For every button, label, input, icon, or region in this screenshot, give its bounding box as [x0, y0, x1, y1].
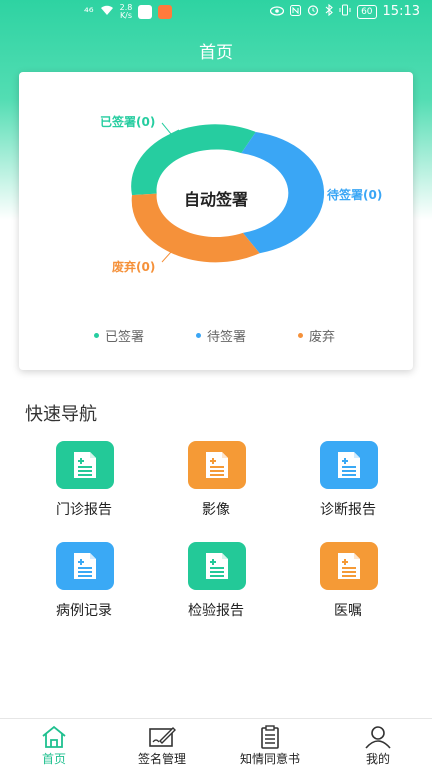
legend-dot-icon — [94, 333, 99, 338]
legend-label: 待签署 — [207, 330, 247, 345]
user-icon — [365, 726, 391, 749]
signing-summary-card: 自动签署 已签署(0) 待签署(0) 废弃(0) 已签署 待签署 废弃 — [19, 72, 413, 370]
chart-legend: 已签署 待签署 废弃 — [19, 326, 413, 346]
tab-label: 知情同意书 — [239, 752, 300, 766]
legend-item-pending[interactable]: 待签署 — [196, 326, 246, 345]
nfc-icon — [290, 4, 302, 19]
app-notification-icon — [138, 5, 153, 19]
chart-slice-pending[interactable] — [241, 132, 325, 254]
alarm-icon — [307, 4, 319, 19]
document-icon — [188, 441, 246, 489]
eye-icon — [269, 5, 285, 19]
tab-informed-consent[interactable]: 知情同意书 — [216, 719, 324, 769]
nav-label: 医嘱 — [334, 603, 362, 619]
legend-dot-icon — [196, 333, 201, 338]
document-icon — [320, 542, 378, 590]
legend-label: 废弃 — [309, 330, 336, 345]
tab-home[interactable]: 首页 — [0, 719, 108, 769]
document-icon — [320, 441, 378, 489]
nav-imaging[interactable]: 影像 — [151, 441, 281, 531]
network-rate: 2.8 K/s — [120, 4, 133, 20]
legend-dot-icon — [298, 333, 303, 338]
nav-diagnosis-report[interactable]: 诊断报告 — [283, 441, 413, 531]
nav-label: 门诊报告 — [56, 502, 112, 518]
clipboard-icon — [261, 725, 279, 749]
nav-lab-report[interactable]: 检验报告 — [151, 542, 281, 632]
legend-label: 已签署 — [105, 330, 145, 345]
bluetooth-icon — [325, 3, 333, 19]
nav-label: 检验报告 — [188, 603, 244, 619]
nav-label: 病例记录 — [56, 603, 112, 619]
signal-icon: ⁴⁶ — [84, 5, 94, 19]
nav-doctor-orders[interactable]: 医嘱 — [283, 542, 413, 632]
wifi-icon — [100, 5, 114, 19]
legend-item-signed[interactable]: 已签署 — [94, 326, 144, 345]
status-time: 15:13 — [382, 4, 420, 19]
document-icon — [188, 542, 246, 590]
chart-label-signed: 已签署(0) — [100, 114, 155, 129]
rate-unit: K/s — [119, 11, 133, 20]
battery-icon: 60 — [357, 4, 377, 19]
status-bar: ⁴⁶ 2.8 K/s 60 15:13 — [0, 0, 432, 26]
legend-item-discarded[interactable]: 废弃 — [298, 326, 335, 345]
document-icon — [56, 441, 114, 489]
quick-nav-title: 快速导航 — [25, 404, 97, 425]
chart-center-label: 自动签署 — [184, 190, 248, 209]
nav-medical-record[interactable]: 病例记录 — [19, 542, 149, 632]
tab-label: 首页 — [41, 752, 66, 766]
home-icon — [42, 725, 66, 748]
page-title: 首页 — [199, 43, 233, 63]
tab-label: 我的 — [365, 752, 390, 766]
chart-label-discarded: 废弃(0) — [112, 259, 155, 274]
nav-label: 影像 — [202, 502, 230, 518]
app-notification-icon — [158, 5, 173, 19]
document-icon — [56, 542, 114, 590]
chart-slice-signed[interactable] — [131, 124, 256, 196]
vibrate-icon — [339, 4, 351, 19]
nav-outpatient-report[interactable]: 门诊报告 — [19, 441, 149, 531]
chart-label-pending: 待签署(0) — [327, 187, 382, 202]
signature-icon — [149, 727, 176, 747]
nav-label: 诊断报告 — [320, 502, 376, 518]
tab-signature-management[interactable]: 签名管理 — [108, 719, 216, 769]
donut-chart: 自动签署 已签署(0) 待签署(0) 废弃(0) — [100, 114, 382, 274]
tab-profile[interactable]: 我的 — [324, 719, 432, 769]
tab-label: 签名管理 — [137, 752, 186, 766]
bottom-tab-bar: 首页 签名管理 知情同意书 我的 — [0, 718, 432, 769]
